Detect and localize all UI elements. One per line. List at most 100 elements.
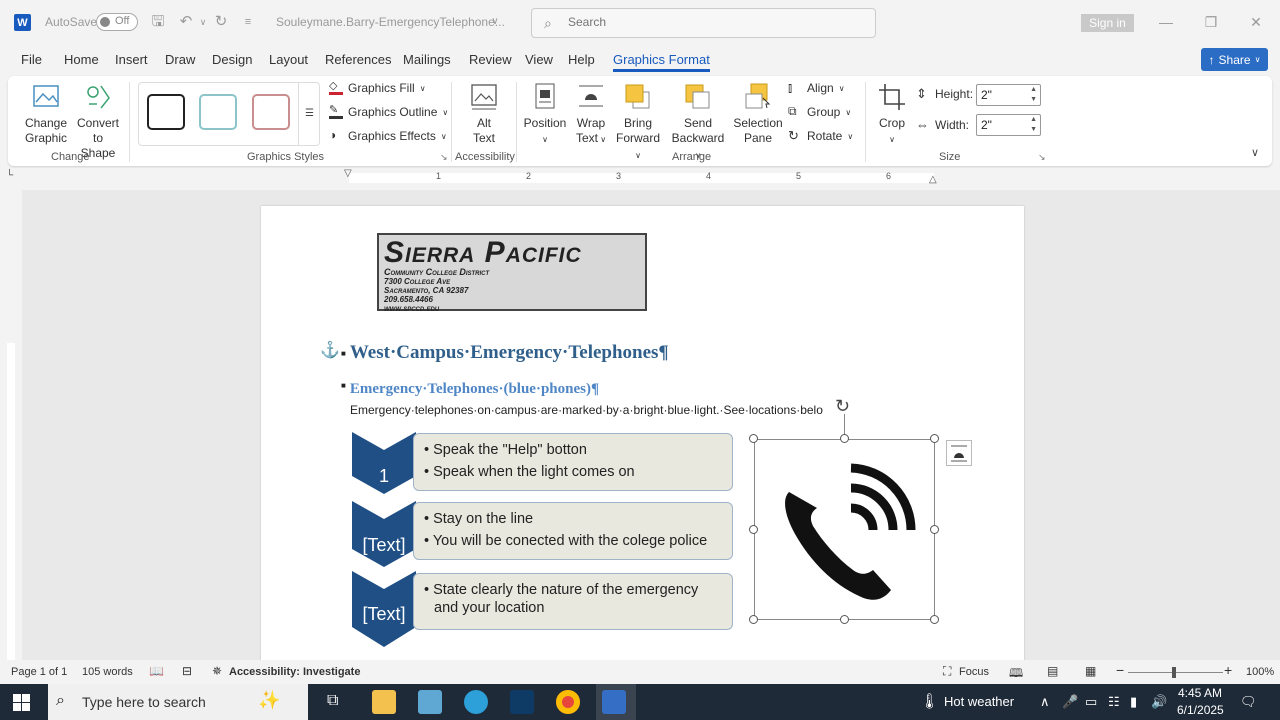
document-canvas[interactable]: Sierra Pacific Community College Distric… [22, 190, 1280, 660]
tab-help[interactable]: Help [568, 52, 595, 67]
terminal-app-icon[interactable] [510, 690, 534, 714]
step-card-2[interactable]: Stay on the line You will be conected wi… [413, 502, 733, 560]
clock-date[interactable]: 6/1/2025 [1177, 703, 1224, 717]
bring-forward-button[interactable]: Bring Forward ∨ [612, 82, 664, 163]
resize-handle[interactable] [749, 615, 758, 624]
position-button[interactable]: Position ∨ [523, 82, 567, 147]
body-paragraph[interactable]: Emergency·telephones·on·campus·are·marke… [350, 403, 823, 417]
notifications-icon[interactable]: 🗨 [1240, 694, 1257, 710]
tab-insert[interactable]: Insert [115, 52, 148, 67]
rotate-button[interactable]: ↻ Rotate ∨ [788, 129, 853, 143]
zoom-in-icon[interactable]: + [1224, 662, 1232, 678]
indent-marker-icon[interactable]: ▽ [344, 168, 352, 179]
horizontal-ruler[interactable]: └ 1 2 3 4 5 6 ▽ △ [0, 168, 1280, 188]
document-title[interactable]: Souleymane.Barry-EmergencyTelephone... [276, 15, 505, 29]
autosave-toggle[interactable]: Off [96, 13, 138, 31]
share-button[interactable]: ↑ Share ∨ [1201, 48, 1268, 71]
zoom-level[interactable]: 100% [1246, 666, 1274, 678]
minimize-icon[interactable]: — [1156, 12, 1176, 32]
close-icon[interactable]: ✕ [1246, 12, 1266, 32]
step-chevron-2[interactable] [352, 501, 416, 567]
align-button[interactable]: ⫾ Align ∨ [788, 81, 845, 95]
proofing-icon[interactable]: 📖 [149, 664, 164, 678]
height-spinner[interactable]: 2" ▲ ▼ [976, 84, 1041, 106]
save-icon[interactable]: 🖫 [148, 12, 168, 32]
read-mode-icon[interactable]: 🕮 [1009, 664, 1023, 685]
tab-graphics-format[interactable]: Graphics Format [613, 52, 710, 72]
vertical-ruler[interactable] [0, 195, 22, 663]
heading-2[interactable]: ■ Emergency·Telephones·(blue·phones)¶ [341, 381, 599, 398]
file-explorer-icon[interactable] [372, 690, 396, 714]
macro-icon[interactable]: ⊟ [182, 664, 192, 678]
sign-in-button[interactable]: Sign in [1081, 14, 1134, 32]
print-layout-icon[interactable]: ▤ [1047, 664, 1058, 678]
style-thumbnail-1[interactable] [147, 94, 185, 130]
resize-handle[interactable] [930, 525, 939, 534]
change-graphic-button[interactable]: Change Graphic [22, 82, 70, 146]
microphone-icon[interactable]: 🎤 [1062, 694, 1078, 710]
graphics-effects-button[interactable]: ◑ Graphics Effects ∨ [329, 129, 447, 144]
layout-options-button[interactable] [946, 440, 972, 466]
focus-button[interactable]: Focus [959, 666, 989, 678]
convert-to-shape-button[interactable]: Convert to Shape [74, 82, 122, 161]
tab-draw[interactable]: Draw [165, 52, 195, 67]
battery-icon[interactable]: ▮ [1130, 694, 1137, 710]
graphics-fill-button[interactable]: ◇ Graphics Fill ∨ [329, 81, 426, 95]
spinner-arrows-icon[interactable]: ▲ ▼ [1030, 115, 1037, 135]
accessibility-status[interactable]: Accessibility: Investigate [229, 666, 360, 678]
title-dropdown-icon[interactable]: ∨ [485, 12, 505, 32]
resize-handle[interactable] [840, 434, 849, 443]
network-icon[interactable]: ☷ [1108, 694, 1120, 710]
alt-text-button[interactable]: Alt Text [463, 82, 505, 146]
search-box[interactable]: ⌕ [531, 8, 876, 38]
web-layout-icon[interactable]: ▦ [1085, 664, 1096, 678]
windows-start-icon[interactable] [13, 694, 30, 711]
zoom-out-icon[interactable]: − [1116, 662, 1124, 678]
volume-icon[interactable]: 🔊 [1151, 694, 1167, 710]
right-indent-marker-icon[interactable]: △ [929, 174, 937, 185]
display-icon[interactable]: ▭ [1085, 694, 1097, 710]
width-spinner[interactable]: 2" ▲ ▼ [976, 114, 1041, 136]
word-count[interactable]: 105 words [82, 666, 133, 678]
selected-graphic[interactable] [754, 439, 935, 620]
styles-more-button[interactable]: ☰ [298, 82, 320, 146]
page-count[interactable]: Page 1 of 1 [11, 666, 67, 678]
tab-file[interactable]: File [21, 52, 42, 67]
dialog-launcher-icon[interactable]: ↘ [1038, 152, 1046, 163]
task-view-icon[interactable]: ⧉ [327, 692, 338, 710]
group-button[interactable]: ⧉ Group ∨ [788, 105, 851, 120]
tab-view[interactable]: View [525, 52, 553, 67]
resize-handle[interactable] [749, 434, 758, 443]
style-thumbnail-2[interactable] [199, 94, 237, 130]
graphics-outline-button[interactable]: ✎ Graphics Outline ∨ [329, 105, 448, 119]
show-hidden-icons-icon[interactable]: ∧ [1040, 694, 1050, 710]
tab-mailings[interactable]: Mailings [403, 52, 451, 67]
selection-pane-button[interactable]: Selection Pane [732, 82, 784, 146]
document-page[interactable]: Sierra Pacific Community College Distric… [261, 206, 1024, 660]
dialog-launcher-icon[interactable]: ↘ [440, 152, 448, 163]
redo-icon[interactable]: ↻ [211, 12, 231, 32]
tab-references[interactable]: References [325, 52, 391, 67]
anchor-icon[interactable]: ⚓ [320, 340, 340, 360]
style-thumbnail-3[interactable] [252, 94, 290, 130]
undo-dropdown-icon[interactable]: ∨ [193, 12, 213, 32]
collapse-ribbon-icon[interactable]: ∨ [1251, 146, 1259, 159]
tab-home[interactable]: Home [64, 52, 99, 67]
crop-button[interactable]: Crop ∨ [874, 82, 910, 147]
college-logo[interactable]: Sierra Pacific Community College Distric… [377, 233, 647, 313]
spinner-arrows-icon[interactable]: ▲ ▼ [1030, 85, 1037, 105]
tab-layout[interactable]: Layout [269, 52, 308, 67]
resize-handle[interactable] [930, 434, 939, 443]
resize-handle[interactable] [749, 525, 758, 534]
chrome-browser-icon[interactable] [556, 690, 580, 714]
heading-1[interactable]: ■ West·Campus·Emergency·Telephones¶ [341, 342, 669, 364]
tab-design[interactable]: Design [212, 52, 252, 67]
wrap-text-button[interactable]: Wrap Text ∨ [571, 82, 611, 147]
restore-icon[interactable]: ❐ [1201, 12, 1221, 32]
customize-qat-icon[interactable]: ≡ [238, 12, 258, 32]
taskbar-search-box[interactable]: ⌕ Type here to search ✨ [48, 684, 308, 720]
tab-review[interactable]: Review [469, 52, 512, 67]
rotate-handle-icon[interactable]: ↻ [835, 396, 850, 417]
search-input[interactable] [568, 15, 848, 29]
resize-handle[interactable] [840, 615, 849, 624]
